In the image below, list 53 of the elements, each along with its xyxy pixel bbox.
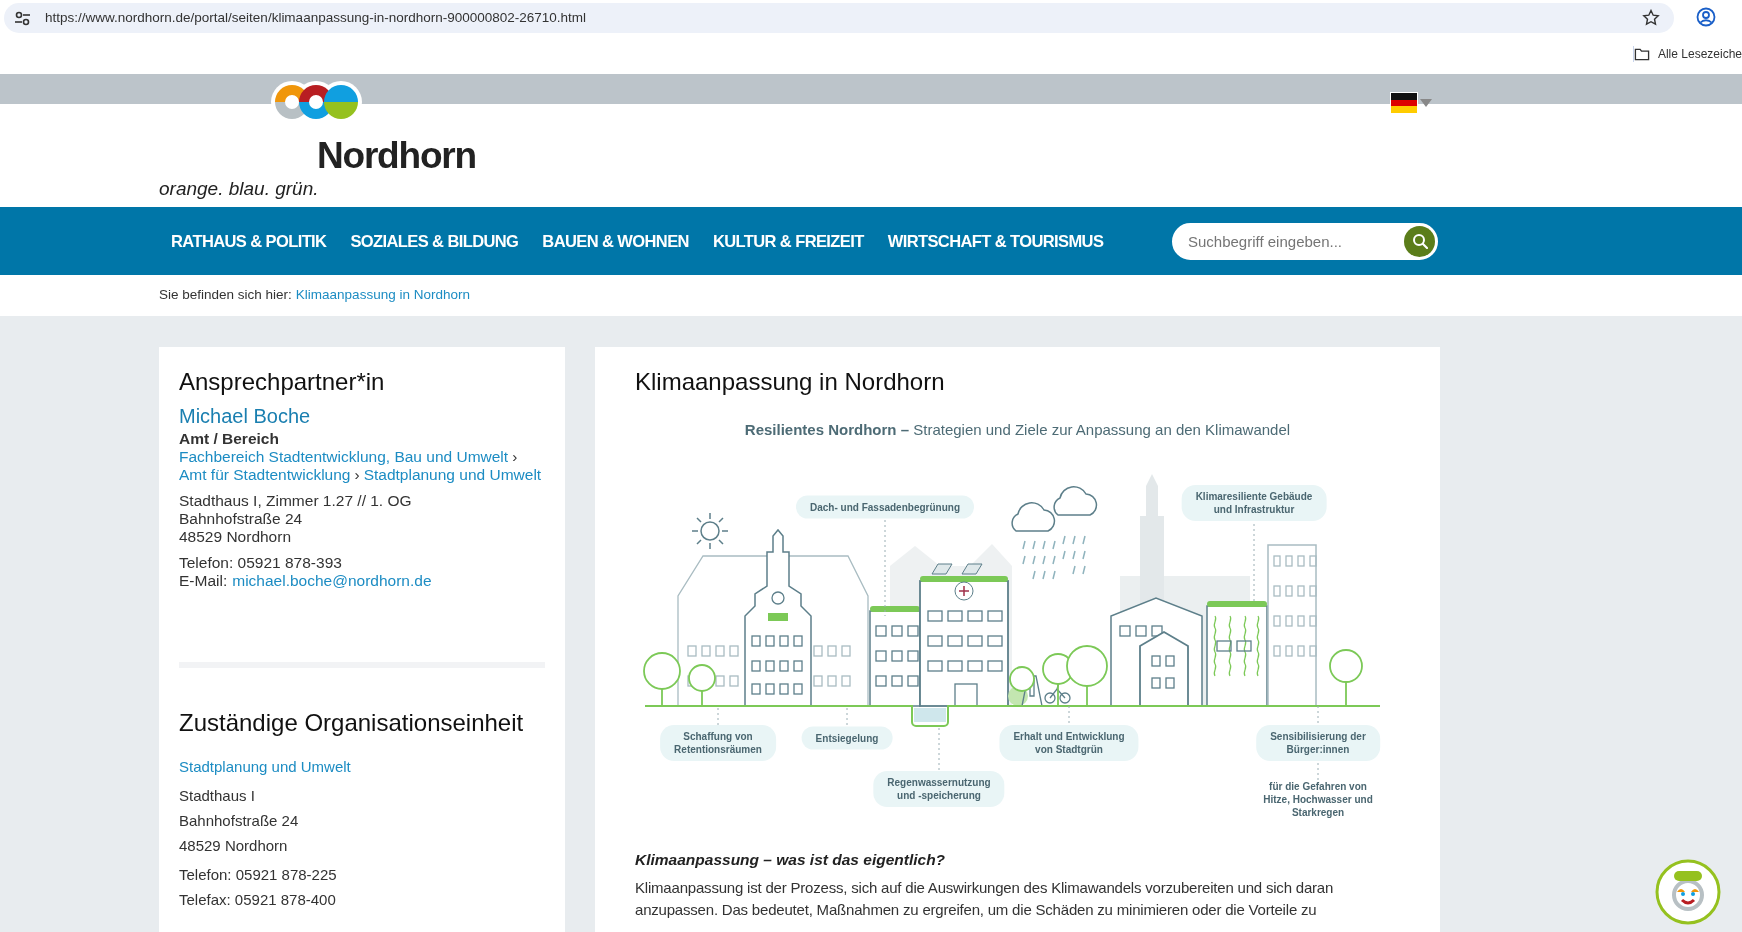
address-line: Stadthaus I, Zimmer 1.27 // 1. OG (179, 492, 413, 510)
department-link[interactable]: Amt für Stadtentwicklung (179, 466, 351, 484)
address-line: 48529 Nordhorn (179, 528, 293, 546)
address-line: Bahnhofstraße 24 (179, 811, 300, 831)
nav-link[interactable]: WIRTSCHAFT & TOURISMUS (875, 228, 1116, 254)
section-heading: Ansprechpartner*in (179, 367, 386, 397)
bookmarks-link[interactable]: Alle Lesezeiche (1657, 45, 1742, 63)
phone-text: Telefon: 05921 878-393 (179, 554, 343, 572)
chatbot-mascot-icon (1655, 859, 1721, 925)
site-settings-icon[interactable] (14, 10, 31, 26)
email-label: E-Mail: (179, 572, 228, 590)
article-subheading: Klimaanpassung – was ist das eigentlich? (635, 849, 947, 870)
profile-icon[interactable] (1696, 7, 1716, 27)
caret-icon (1420, 98, 1432, 108)
nav-link[interactable]: KULTUR & FREIZEIT (700, 228, 876, 254)
bookmark-star-icon[interactable] (1642, 9, 1660, 27)
language-button[interactable] (1390, 92, 1432, 114)
address-line: 48529 Nordhorn (179, 836, 289, 856)
org-link[interactable]: Stadtplanung und Umwelt (179, 754, 351, 779)
breadcrumb-link[interactable]: Klimaanpassung in Nordhorn (295, 285, 470, 306)
contact-line: Telefax: 05921 878-400 (179, 890, 337, 910)
field-label: Amt / Bereich (179, 430, 280, 448)
address-line: Stadthaus I (179, 786, 256, 806)
infographic-title: Resilientes Nordhorn – Strategien und Ziele zur Anpassung an den Klimawandel (743, 420, 1292, 440)
page-title: Klimaanpassung in Nordhorn (635, 367, 946, 397)
path-separator: › (512, 448, 518, 466)
site-name[interactable]: Nordhorn (317, 134, 476, 178)
tagline: orange. blau. grün. (159, 178, 320, 200)
department-link[interactable]: Stadtplanung und Umwelt (363, 466, 542, 484)
path-separator: › (354, 466, 360, 484)
department-link[interactable]: Fachbereich Stadtentwicklung, Bau und Umwelt (179, 448, 509, 466)
section-heading: Zuständige Organisationseinheit (179, 708, 525, 738)
search-icon (1411, 233, 1428, 249)
search-field[interactable]: Suchbegriff eingeben... (1172, 222, 1438, 260)
infographic-label: Klimaresiliente Gebäude und Infrastruktur (1181, 484, 1327, 521)
nav-link[interactable]: BAUEN & WOHNEN (530, 228, 701, 254)
breadcrumb-label: Sie befinden sich hier: (159, 286, 292, 305)
infographic-note: für die Gefahren von Hitze, Hochwasser und Starkregen (1263, 779, 1373, 818)
contact-line: Telefon: 05921 878-225 (179, 865, 338, 885)
infographic-label: Dach- und Fassadenbegrünung (796, 495, 974, 518)
infographic-label: Schaffung von Retentionsräumen (660, 724, 776, 761)
nav-link[interactable]: SOZIALES & BILDUNG (338, 228, 531, 254)
infographic-label: Erhalt und Entwicklung von Stadtgrün (999, 724, 1139, 761)
folder-icon[interactable] (1632, 46, 1650, 62)
infographic-label: Regenwassernutzung und -speicherung (873, 770, 1005, 807)
article-paragraph: Klimaanpassung ist der Prozess, sich auf die Auswirkungen des Klimawandels vorzubereiten und sich daran anzupassen. Das bedeutet, Maßnahmen zu ergreifen, um die Schäden zu minimieren oder die Vorteile zu (635, 877, 1335, 920)
infographic-label: Entsiegelung (801, 726, 893, 749)
address-line: Bahnhofstraße 24 (179, 510, 304, 528)
person-link[interactable]: Michael Boche (179, 403, 311, 429)
infographic-label: Sensibilisierung der Bürger:innen (1256, 724, 1380, 761)
nav-link[interactable]: RATHAUS & POLITIK (159, 228, 339, 254)
flag-icon (1390, 92, 1418, 114)
email-link[interactable]: michael.boche@nordhorn.de (232, 572, 432, 590)
